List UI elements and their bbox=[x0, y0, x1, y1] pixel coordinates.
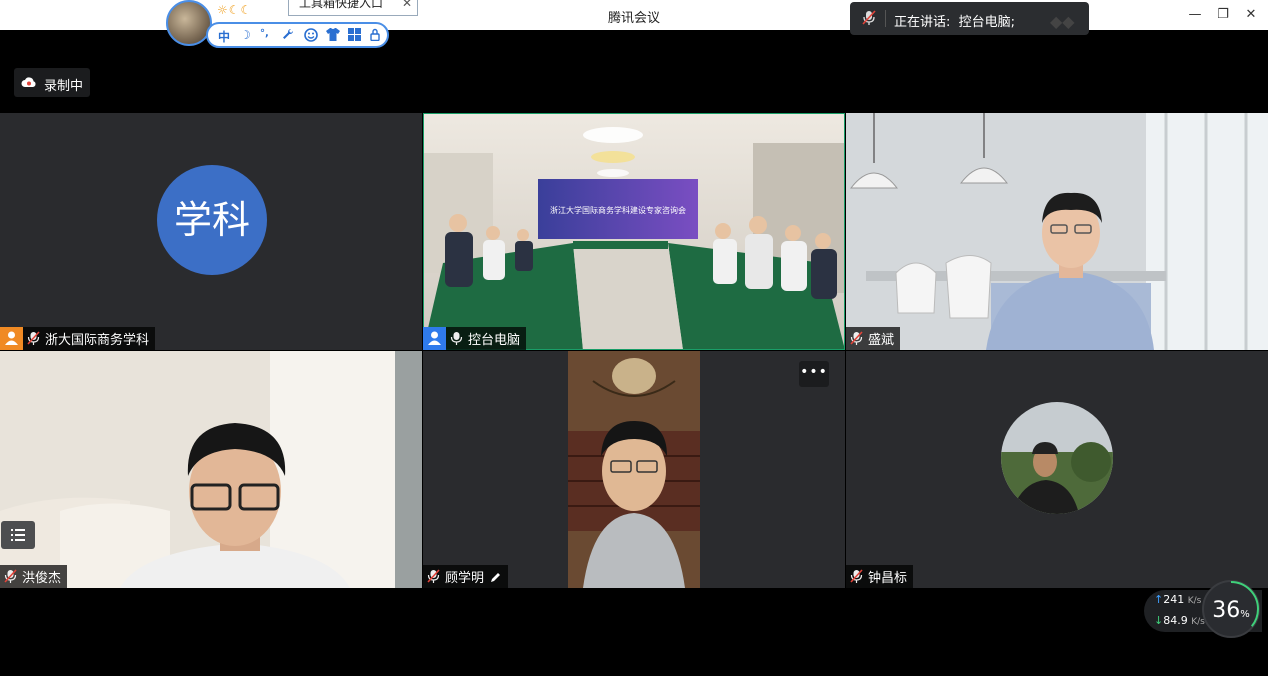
speaking-indicator: 正在讲话: 控台电脑; ◆◆ bbox=[850, 2, 1089, 35]
participant-name: 钟昌标 bbox=[868, 571, 908, 586]
recording-label: 录制中 bbox=[44, 79, 84, 94]
moon-icon[interactable]: ☽ bbox=[240, 28, 251, 42]
participant-name: 控台电脑 bbox=[468, 333, 521, 348]
video-frame bbox=[0, 351, 422, 588]
video-tile[interactable]: 学科 浙大国际商务学科 bbox=[0, 113, 422, 350]
close-icon[interactable]: ✕ bbox=[1242, 6, 1260, 24]
participant-name: 盛斌 bbox=[868, 333, 895, 348]
participant-name-bar: 控台电脑 bbox=[446, 327, 527, 350]
video-tile[interactable]: ••• 顾学明 bbox=[423, 351, 845, 588]
ime-bar: 中 ☽ °, bbox=[206, 22, 389, 48]
screen-banner: 浙江大学国际商务学科建设专家咨询会 bbox=[550, 205, 686, 215]
video-frame: 浙江大学国际商务学科建设专家咨询会 bbox=[423, 113, 845, 350]
participant-name: 顾学明 bbox=[445, 571, 485, 586]
restore-icon[interactable]: ❐ bbox=[1214, 6, 1232, 24]
mic-muted-icon bbox=[850, 331, 863, 345]
video-tile[interactable]: 盛斌 bbox=[846, 113, 1268, 350]
punctuation-icon[interactable]: °, bbox=[260, 28, 269, 39]
emoji-icon[interactable] bbox=[304, 28, 318, 45]
more-options-button[interactable]: ••• bbox=[799, 361, 829, 387]
ime-tooltip: 工具箱快捷入口 ✕ bbox=[288, 0, 418, 16]
decoration-icon: ◆◆ bbox=[1050, 12, 1075, 31]
mic-muted-icon bbox=[862, 10, 876, 25]
participant-name-bar: 浙大国际商务学科 bbox=[23, 327, 156, 350]
cloud-record-icon bbox=[21, 77, 36, 87]
cpu-value: 36% bbox=[1212, 598, 1250, 623]
cpu-gauge[interactable]: 36% bbox=[1202, 580, 1260, 638]
upload-speed: ↑241 K/s bbox=[1154, 593, 1202, 606]
list-menu-button[interactable] bbox=[1, 521, 35, 549]
participant-name: 洪俊杰 bbox=[22, 571, 62, 586]
mic-icon bbox=[450, 332, 463, 345]
video-tile[interactable]: 洪俊杰 bbox=[0, 351, 422, 588]
participant-name-bar: 洪俊杰 bbox=[0, 565, 68, 588]
ime-tooltip-text: 工具箱快捷入口 bbox=[299, 0, 384, 10]
participant-name-bar: 盛斌 bbox=[846, 327, 901, 350]
host-badge bbox=[0, 327, 23, 350]
recording-badge[interactable]: 录制中 bbox=[14, 68, 90, 97]
speaking-name: 控台电脑; bbox=[958, 15, 1016, 30]
video-tile-active[interactable]: 浙江大学国际商务学科建设专家咨询会 控台电脑 bbox=[423, 113, 845, 350]
skin-icon[interactable] bbox=[326, 28, 340, 44]
avatar: 学科 bbox=[157, 165, 267, 275]
wrench-icon[interactable] bbox=[282, 28, 294, 43]
close-icon[interactable]: ✕ bbox=[402, 0, 412, 10]
mic-muted-icon bbox=[4, 569, 17, 583]
participant-name-bar: 顾学明 bbox=[423, 565, 509, 588]
video-frame bbox=[846, 113, 1268, 350]
cohost-badge bbox=[423, 327, 446, 350]
participant-name-bar: 钟昌标 bbox=[846, 565, 914, 588]
mic-muted-icon bbox=[850, 569, 863, 583]
weather-icon: ☼☾☾ bbox=[217, 3, 253, 17]
grid-icon[interactable] bbox=[348, 28, 361, 44]
participant-name: 浙大国际商务学科 bbox=[45, 333, 150, 348]
download-speed: ↓84.9 K/s bbox=[1154, 614, 1205, 627]
mic-muted-icon bbox=[27, 331, 40, 345]
mic-muted-icon bbox=[427, 569, 440, 583]
ime-avatar[interactable] bbox=[166, 0, 212, 46]
avatar bbox=[1001, 402, 1113, 514]
lock-icon[interactable] bbox=[370, 28, 380, 44]
video-frame bbox=[423, 351, 845, 588]
ime-lang-toggle[interactable]: 中 bbox=[218, 28, 230, 45]
video-tile[interactable]: 钟昌标 bbox=[846, 351, 1268, 588]
pencil-icon[interactable] bbox=[490, 571, 502, 583]
minimize-icon[interactable]: — bbox=[1186, 6, 1204, 24]
divider bbox=[885, 10, 886, 27]
speaking-label: 正在讲话: 控台电脑; bbox=[894, 15, 1016, 30]
